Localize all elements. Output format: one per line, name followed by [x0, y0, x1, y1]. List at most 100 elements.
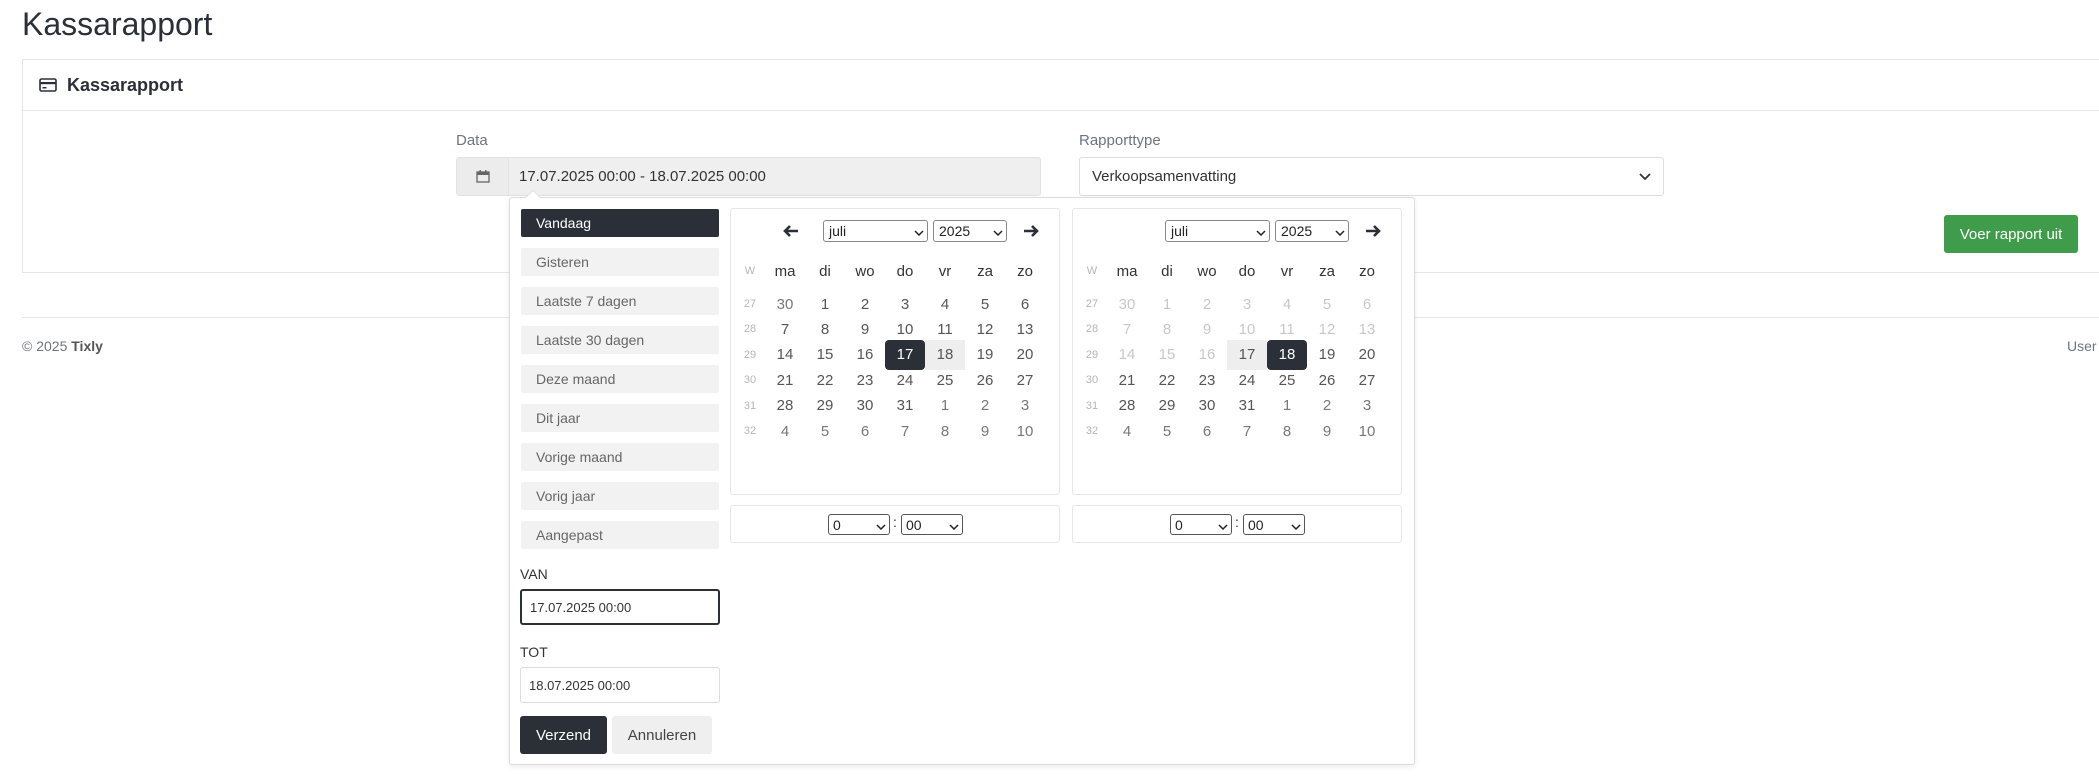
weekday-label: zo: [1017, 262, 1033, 280]
calendar-day[interactable]: 7: [1227, 416, 1267, 446]
calendar-day[interactable]: 4: [765, 416, 805, 446]
chevron-down-icon: [1256, 223, 1266, 239]
chevron-down-icon: [914, 223, 924, 239]
chevron-down-icon: [1218, 517, 1228, 533]
to-label: TOT: [520, 644, 548, 660]
footer-copyright: © 2025 Tixly: [22, 338, 103, 354]
range-item[interactable]: Gisteren: [521, 248, 719, 276]
from-label: VAN: [520, 566, 548, 582]
chevron-down-icon: [1639, 168, 1651, 185]
left-hour-value: 0: [833, 516, 841, 533]
weekday-label: vr: [938, 262, 952, 280]
date-label: Data: [456, 132, 488, 149]
week-number-header: W: [1086, 265, 1098, 277]
copyright-text: © 2025: [22, 338, 68, 354]
weekday-label: zo: [1359, 262, 1375, 280]
right-month-value: juli: [1171, 223, 1189, 239]
calendar-day[interactable]: 5: [805, 416, 845, 446]
weekday-label: do: [1238, 262, 1256, 280]
weekday-label: di: [1161, 262, 1173, 280]
right-calendar: juli 2025 Wma di wo do vr za zo 27 30 1 2 3 4 5 6 28 7 8 9…: [1072, 208, 1402, 495]
right-year-select[interactable]: 2025: [1275, 220, 1349, 242]
calendar-day[interactable]: 6: [1187, 416, 1227, 446]
next-month-arrow-icon[interactable]: [1019, 219, 1043, 243]
weekday-label: ma: [1116, 262, 1138, 280]
weekday-label: za: [977, 262, 993, 280]
calendar-day[interactable]: 8: [1267, 416, 1307, 446]
footer-user-link[interactable]: User: [2067, 338, 2097, 354]
range-item[interactable]: Laatste 30 dagen: [521, 326, 719, 354]
credit-card-icon: [39, 78, 57, 92]
range-item[interactable]: Aangepast: [521, 521, 719, 549]
left-year-select[interactable]: 2025: [933, 220, 1007, 242]
chevron-down-icon: [876, 517, 886, 533]
right-hour-value: 0: [1175, 516, 1183, 533]
to-input[interactable]: 18.07.2025 00:00: [520, 667, 720, 703]
weekday-label: za: [1319, 262, 1335, 280]
left-minute-select[interactable]: 00: [901, 514, 963, 535]
right-minute-select[interactable]: 00: [1243, 514, 1305, 535]
range-item[interactable]: Dit jaar: [521, 404, 719, 432]
week-row: 32 4 5 6 7 8 9 10: [1077, 416, 1387, 446]
card-title: Kassarapport: [67, 74, 184, 95]
calendar-icon[interactable]: [457, 158, 509, 195]
week-row: 32 4 5 6 7 8 9 10: [735, 416, 1045, 446]
cancel-button[interactable]: Annuleren: [612, 716, 712, 754]
calendar-day[interactable]: 4: [1107, 416, 1147, 446]
calendar-day[interactable]: 9: [965, 416, 1005, 446]
preset-ranges: Vandaag Gisteren Laatste 7 dagen Laatste 30…: [521, 209, 719, 560]
card-header: Kassarapport: [23, 60, 2099, 111]
right-calendar-header: juli 2025: [1073, 219, 1401, 243]
week-number-header: W: [744, 265, 756, 277]
weekday-header-row: Wma di wo do vr za zo: [735, 256, 1045, 286]
chevron-down-icon: [1291, 517, 1301, 533]
prev-month-arrow-icon[interactable]: [779, 219, 803, 243]
right-year-value: 2025: [1281, 223, 1313, 239]
date-range-picker: Vandaag Gisteren Laatste 7 dagen Laatste 30…: [509, 190, 1415, 765]
date-range-value: 17.07.2025 00:00 - 18.07.2025 00:00: [519, 168, 766, 185]
right-time-box: 0 : 00: [1072, 505, 1402, 543]
left-calendar: juli 2025 Wma di wo do vr za zo 27 30 1 2 3 4 5 6 28 7 8 9…: [730, 208, 1060, 495]
weekday-label: ma: [774, 262, 796, 280]
left-time-box: 0 : 00: [730, 505, 1060, 543]
right-month-select[interactable]: juli: [1165, 220, 1270, 242]
calendar-day[interactable]: 8: [925, 416, 965, 446]
range-item[interactable]: Vandaag: [521, 209, 719, 237]
next-month-arrow-icon[interactable]: [1361, 219, 1385, 243]
weekday-label: vr: [1280, 262, 1294, 280]
footer-brand: Tixly: [71, 338, 103, 354]
submit-button[interactable]: Verzend: [520, 716, 607, 754]
report-type-label: Rapporttype: [1079, 132, 1161, 149]
calendar-day[interactable]: 5: [1147, 416, 1187, 446]
run-report-button[interactable]: Voer rapport uit: [1944, 215, 2078, 253]
chevron-down-icon: [993, 223, 1003, 239]
left-year-value: 2025: [939, 223, 971, 239]
left-month-value: juli: [829, 223, 847, 239]
chevron-down-icon: [949, 517, 959, 533]
from-input[interactable]: 17.07.2025 00:00: [520, 589, 720, 625]
range-item[interactable]: Deze maand: [521, 365, 719, 393]
report-type-select[interactable]: Verkoopsamenvatting: [1079, 157, 1664, 196]
weekday-label: di: [819, 262, 831, 280]
weekday-label: wo: [1197, 262, 1217, 280]
left-hour-select[interactable]: 0: [828, 514, 890, 535]
report-type-value: Verkoopsamenvatting: [1092, 168, 1237, 185]
calendar-day[interactable]: 6: [845, 416, 885, 446]
chevron-down-icon: [1335, 223, 1345, 239]
calendar-day[interactable]: 10: [1005, 416, 1045, 446]
left-minute-value: 00: [906, 516, 922, 533]
range-item[interactable]: Vorig jaar: [521, 482, 719, 510]
left-calendar-header: juli 2025: [731, 219, 1059, 243]
week-number: 32: [1085, 425, 1099, 437]
calendar-day[interactable]: 10: [1347, 416, 1387, 446]
range-item[interactable]: Vorige maand: [521, 443, 719, 471]
calendar-day[interactable]: 9: [1307, 416, 1347, 446]
date-range-input[interactable]: 17.07.2025 00:00 - 18.07.2025 00:00: [456, 157, 1041, 196]
page-title: Kassarapport: [22, 6, 213, 42]
right-hour-select[interactable]: 0: [1170, 514, 1232, 535]
right-minute-value: 00: [1248, 516, 1264, 533]
calendar-day[interactable]: 7: [885, 416, 925, 446]
left-month-select[interactable]: juli: [823, 220, 928, 242]
weekday-label: do: [896, 262, 914, 280]
range-item[interactable]: Laatste 7 dagen: [521, 287, 719, 315]
